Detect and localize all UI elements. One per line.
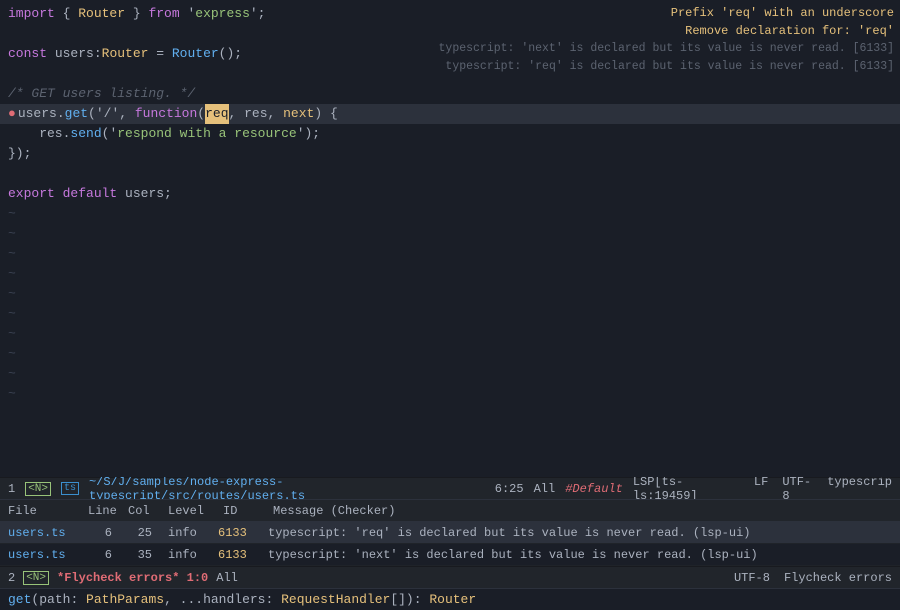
tilde-8: ~: [0, 344, 900, 364]
status-all: All: [534, 482, 556, 496]
tilde-2: ~: [0, 224, 900, 244]
fn-get: get: [65, 104, 88, 124]
diag-level-2: info: [160, 548, 210, 562]
param-handlers: handlers: [203, 592, 265, 607]
mini-all: All: [216, 571, 238, 585]
status-theme: #Default: [565, 482, 623, 496]
diagnostics-panel: File Line Col Level ID Message (Checker)…: [0, 499, 900, 566]
param-path: path: [39, 592, 70, 607]
diag-line-1: 6: [80, 526, 120, 540]
type-router-annotation: Router: [102, 44, 149, 64]
code-line-9: [0, 164, 900, 184]
keyword-from: from: [148, 4, 179, 24]
mini-flycheck-label: Flycheck errors: [784, 571, 892, 585]
string-express: express: [195, 4, 250, 24]
main-status-bar: 1 <N> ts ~/S/J/samples/node-express-type…: [0, 477, 900, 499]
keyword-function: function: [135, 104, 197, 124]
mini-mode: <N>: [23, 571, 49, 585]
code-line-10: export default users;: [0, 184, 900, 204]
error-marker: ●: [8, 104, 16, 124]
code-line-3: const users:Router = Router();: [0, 44, 900, 64]
string-respond: respond with a resource: [117, 124, 296, 144]
code-line-8: });: [0, 144, 900, 164]
code-line-5: /* GET users listing. */: [0, 84, 900, 104]
status-line-number: 1: [8, 482, 15, 496]
col-level: Level: [160, 504, 215, 518]
tilde-10: ~: [0, 384, 900, 404]
editor-area: import { Router } from 'express'; const …: [0, 0, 900, 477]
fn-send: send: [70, 124, 101, 144]
code-line-2: [0, 24, 900, 44]
code-line-6: ●users.get('/', function(req, res, next)…: [0, 104, 900, 124]
type-router-return: Router: [429, 592, 476, 607]
fn-router-call: Router: [172, 44, 219, 64]
mini-right: UTF-8 Flycheck errors: [734, 571, 892, 585]
comment-get-users: /* GET users listing. */: [8, 84, 195, 104]
keyword-default: default: [63, 184, 118, 204]
tilde-6: ~: [0, 304, 900, 324]
tilde-1: ~: [0, 204, 900, 224]
diag-file-2: users.ts: [0, 548, 80, 562]
code-container[interactable]: import { Router } from 'express'; const …: [0, 0, 900, 477]
diag-line-2: 6: [80, 548, 120, 562]
col-file: File: [0, 504, 80, 518]
keyword-import: import: [8, 4, 55, 24]
keyword-export: export: [8, 184, 55, 204]
diag-row-2[interactable]: users.ts 6 35 info 6133 typescript: 'nex…: [0, 544, 900, 566]
diag-level-1: info: [160, 526, 210, 540]
col-id: ID: [215, 504, 265, 518]
fn-get-bottom: get: [8, 592, 31, 607]
tilde-5: ~: [0, 284, 900, 304]
param-res: res: [244, 104, 267, 124]
col-message: Message (Checker): [265, 504, 403, 518]
tilde-7: ~: [0, 324, 900, 344]
mini-encoding: UTF-8: [734, 571, 770, 585]
diag-id-2: 6133: [210, 548, 260, 562]
diag-id-1: 6133: [210, 526, 260, 540]
code-line-4: [0, 64, 900, 84]
type-pathparams: PathParams: [86, 592, 164, 607]
diag-msg-2: typescript: 'next' is declared but its v…: [260, 548, 900, 562]
keyword-const: const: [8, 44, 47, 64]
tilde-9: ~: [0, 364, 900, 384]
param-req-highlighted: req: [205, 104, 228, 124]
tilde-4: ~: [0, 264, 900, 284]
diag-col-2: 35: [120, 548, 160, 562]
status-position: 6:25: [495, 482, 524, 496]
status-mode: <N>: [25, 482, 51, 496]
type-router: Router: [78, 4, 125, 24]
diag-col-1: 25: [120, 526, 160, 540]
col-col: Col: [120, 504, 160, 518]
mini-flycheck: *Flycheck errors* 1:0: [57, 571, 208, 585]
diag-row-1[interactable]: users.ts 6 25 info 6133 typescript: 'req…: [0, 522, 900, 544]
col-line: Line: [80, 504, 120, 518]
diag-file-1: users.ts: [0, 526, 80, 540]
diag-msg-1: typescript: 'req' is declared but its va…: [260, 526, 900, 540]
status-ts-icon: ts: [61, 482, 79, 495]
diagnostics-header: File Line Col Level ID Message (Checker): [0, 500, 900, 522]
bottom-code-snippet: get(path: PathParams, ...handlers: Reque…: [0, 588, 900, 610]
param-next: next: [283, 104, 314, 124]
code-line-7: res.send('respond with a resource');: [0, 124, 900, 144]
tilde-3: ~: [0, 244, 900, 264]
code-line-1: import { Router } from 'express';: [0, 4, 900, 24]
type-requesthandler: RequestHandler: [281, 592, 390, 607]
mini-status-bar: 2 <N> *Flycheck errors* 1:0 All UTF-8 Fl…: [0, 566, 900, 588]
mini-num: 2: [8, 571, 15, 585]
